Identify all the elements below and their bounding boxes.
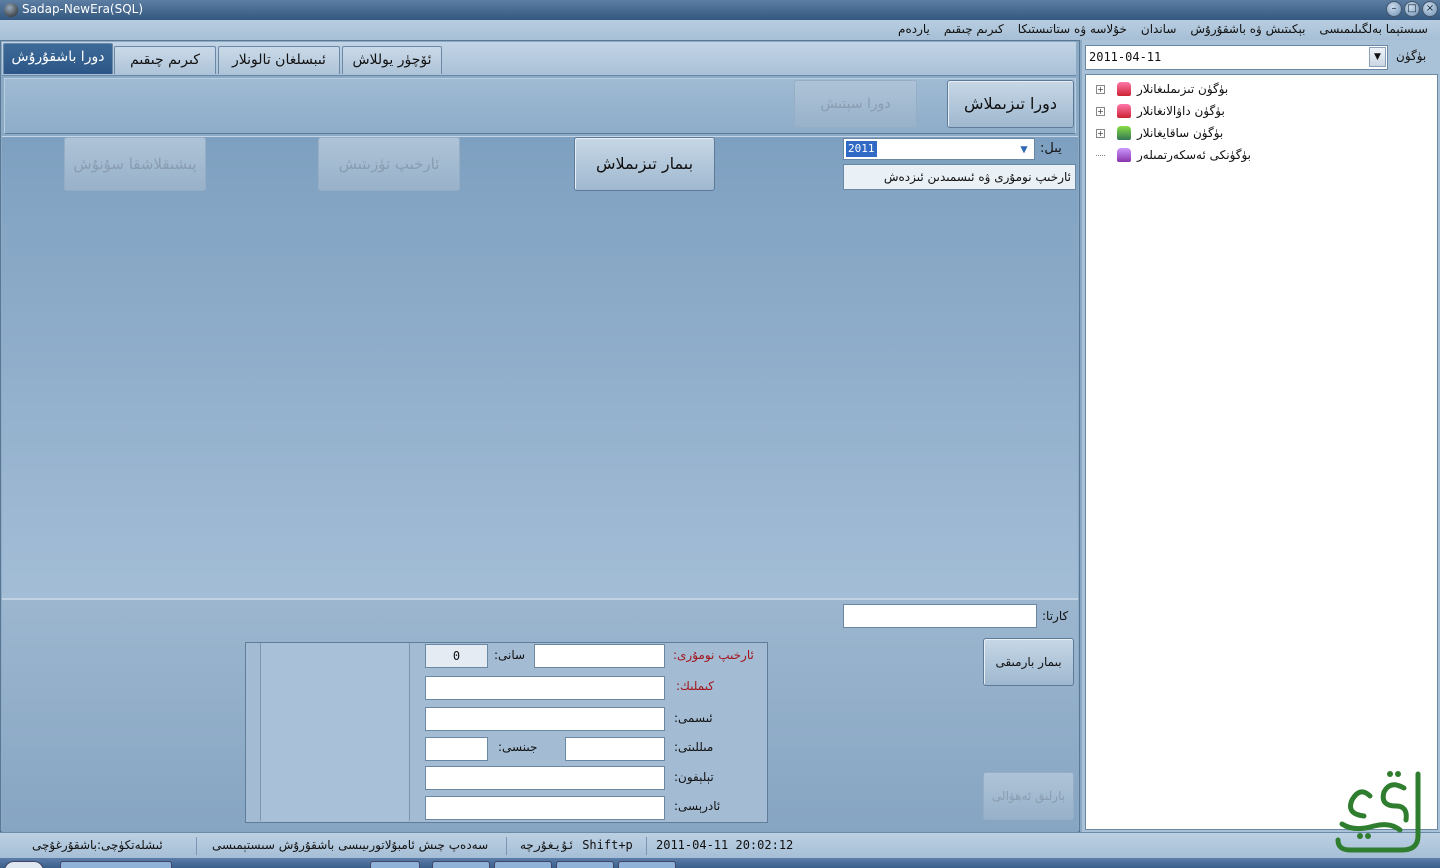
year-value: 2011 <box>846 141 877 157</box>
tree-item-label: بۈگۈنكى ئەسكەرتمىلەر <box>1137 148 1252 162</box>
tree-item-label: بۈگۈن ساقايغانلار <box>1137 126 1224 140</box>
status-divider <box>196 837 197 855</box>
year-select[interactable]: 2011 ▼ <box>843 138 1035 160</box>
edit-record-button[interactable]: ئارخىپ تۈزىتىش <box>318 137 460 191</box>
register-patient-button[interactable]: بىمار تىزىملاش <box>574 137 715 191</box>
patient-photo <box>260 643 410 821</box>
status-system-name: سەدەپ چىش ئامبۇلاتورىيىسى باشقۇرۇش سىستې… <box>212 838 489 852</box>
tree-connector <box>1096 154 1105 156</box>
maximize-icon[interactable]: □ <box>1404 1 1420 17</box>
archive-number-input[interactable] <box>534 644 665 668</box>
delete-treatment-button[interactable]: پىشىقلاشقا سۇنۇش <box>64 137 206 191</box>
tab-send-message[interactable]: ئۆچۈر يوللاش <box>342 46 442 74</box>
phone-label: تېلېفون: <box>674 770 714 784</box>
content-area <box>2 136 1078 598</box>
taskbar-item[interactable] <box>618 861 676 868</box>
person-red-icon <box>1117 82 1131 96</box>
menu-system-settings[interactable]: سىستېما بەلگىلىمىسى <box>1319 22 1428 36</box>
tree-item-recovered-today[interactable]: + بۈگۈن ساقايغانلار <box>1096 123 1223 143</box>
count-value: 0 <box>425 644 488 668</box>
nationality-label: مىللىتى: <box>674 740 714 754</box>
register-drug-button[interactable]: دورا تىزىملاش <box>947 80 1074 128</box>
person-purple-icon <box>1117 148 1131 162</box>
chevron-down-icon[interactable]: ▼ <box>1016 141 1032 157</box>
status-datetime: 2011-04-11 20:02:12 <box>656 838 794 852</box>
chevron-down-icon[interactable]: ▼ <box>1369 47 1386 67</box>
window-title: Sadap-NewEra(SQL) <box>22 2 144 16</box>
status-divider <box>646 837 647 855</box>
card-label: كارتا: <box>1042 609 1069 623</box>
card-input[interactable] <box>843 604 1037 628</box>
count-label: سانى: <box>494 648 526 662</box>
tree-item-reminders-today[interactable]: بۈگۈنكى ئەسكەرتمىلەر <box>1096 145 1251 165</box>
date-label: بۈگۈن <box>1396 49 1427 63</box>
person-green-icon <box>1117 126 1131 140</box>
all-status-button[interactable]: بارلىق ئەھۋالى <box>983 772 1074 820</box>
patient-tree: + بۈگۈن تىزىملىغانلار + بۈگۈن داۋالانغان… <box>1085 74 1438 830</box>
tab-printed-tickets[interactable]: ئىبسلغان تالونلار <box>218 46 340 74</box>
title-bar: Sadap-NewEra(SQL) – □ × <box>0 0 1440 20</box>
name-input[interactable] <box>425 707 665 731</box>
tree-item-label: بۈگۈن داۋالانغانلار <box>1137 104 1225 118</box>
date-select[interactable]: 2011-04-11 <box>1085 45 1388 70</box>
patient-page-button[interactable]: بىمار بارمىقى <box>983 638 1074 686</box>
status-user: ئىشلەتكۈچى:باشقۇرغۇچى <box>32 838 163 852</box>
id-number-input[interactable] <box>425 676 665 700</box>
app-icon <box>4 3 18 17</box>
address-input[interactable] <box>425 796 665 820</box>
menu-statistics[interactable]: خۇلاسە ۋە ستاتىستىكا <box>1018 22 1127 36</box>
person-red-icon <box>1117 104 1131 118</box>
close-icon[interactable]: × <box>1422 1 1438 17</box>
taskbar <box>0 858 1440 868</box>
search-by-option[interactable]: ئارخىپ نومۇرى ۋە ئىسمىدىن ئىزدەش <box>843 164 1076 190</box>
tab-drug-management[interactable]: دورا باشقۇرۇش <box>3 43 113 74</box>
tab-income-expense[interactable]: كىرىم چىقىم <box>114 46 216 74</box>
address-label: ئادرېسى: <box>674 799 721 813</box>
status-keyboard: ئۇيغۇرچە Shift+p <box>520 838 633 852</box>
status-bar: ئىشلەتكۈچى:باشقۇرغۇچى سەدەپ چىش ئامبۇلات… <box>0 832 1440 858</box>
minimize-icon[interactable]: – <box>1386 1 1402 17</box>
id-number-label: كىملىك: <box>676 679 715 693</box>
watermark-logo <box>1335 771 1421 853</box>
expand-icon[interactable]: + <box>1096 106 1105 116</box>
taskbar-item[interactable] <box>370 861 420 868</box>
tree-item-label: بۈگۈن تىزىملىغانلار <box>1137 82 1229 96</box>
sell-drug-button[interactable]: دورا سېتىش <box>794 80 917 128</box>
year-label: يىل: <box>1040 141 1062 156</box>
expand-icon[interactable]: + <box>1096 128 1105 138</box>
archive-number-label: ئارخىپ نومۇرى: <box>673 648 754 662</box>
gender-input[interactable] <box>425 737 488 761</box>
menu-settings-management[interactable]: بېكىتىش ۋە باشقۇرۇش <box>1190 22 1305 36</box>
name-label: ئىسمى: <box>674 711 713 725</box>
start-button[interactable] <box>4 861 44 868</box>
menu-help[interactable]: ياردەم <box>898 22 930 36</box>
taskbar-item[interactable] <box>60 861 172 868</box>
gender-label: جىنسى: <box>498 740 538 754</box>
nationality-input[interactable] <box>565 737 665 761</box>
tree-item-treated-today[interactable]: + بۈگۈن داۋالانغانلار <box>1096 101 1225 121</box>
phone-input[interactable] <box>425 766 665 790</box>
menu-database[interactable]: ساندان <box>1141 22 1177 36</box>
taskbar-item[interactable] <box>556 861 614 868</box>
menu-bar: سىستېما بەلگىلىمىسى بېكىتىش ۋە باشقۇرۇش … <box>0 20 1440 40</box>
tree-item-registered-today[interactable]: + بۈگۈن تىزىملىغانلار <box>1096 79 1228 99</box>
taskbar-item[interactable] <box>494 861 552 868</box>
taskbar-item[interactable] <box>432 861 490 868</box>
expand-icon[interactable]: + <box>1096 84 1105 94</box>
menu-income-expense[interactable]: كىرىم چىقىم <box>944 22 1004 36</box>
status-divider <box>506 837 507 855</box>
